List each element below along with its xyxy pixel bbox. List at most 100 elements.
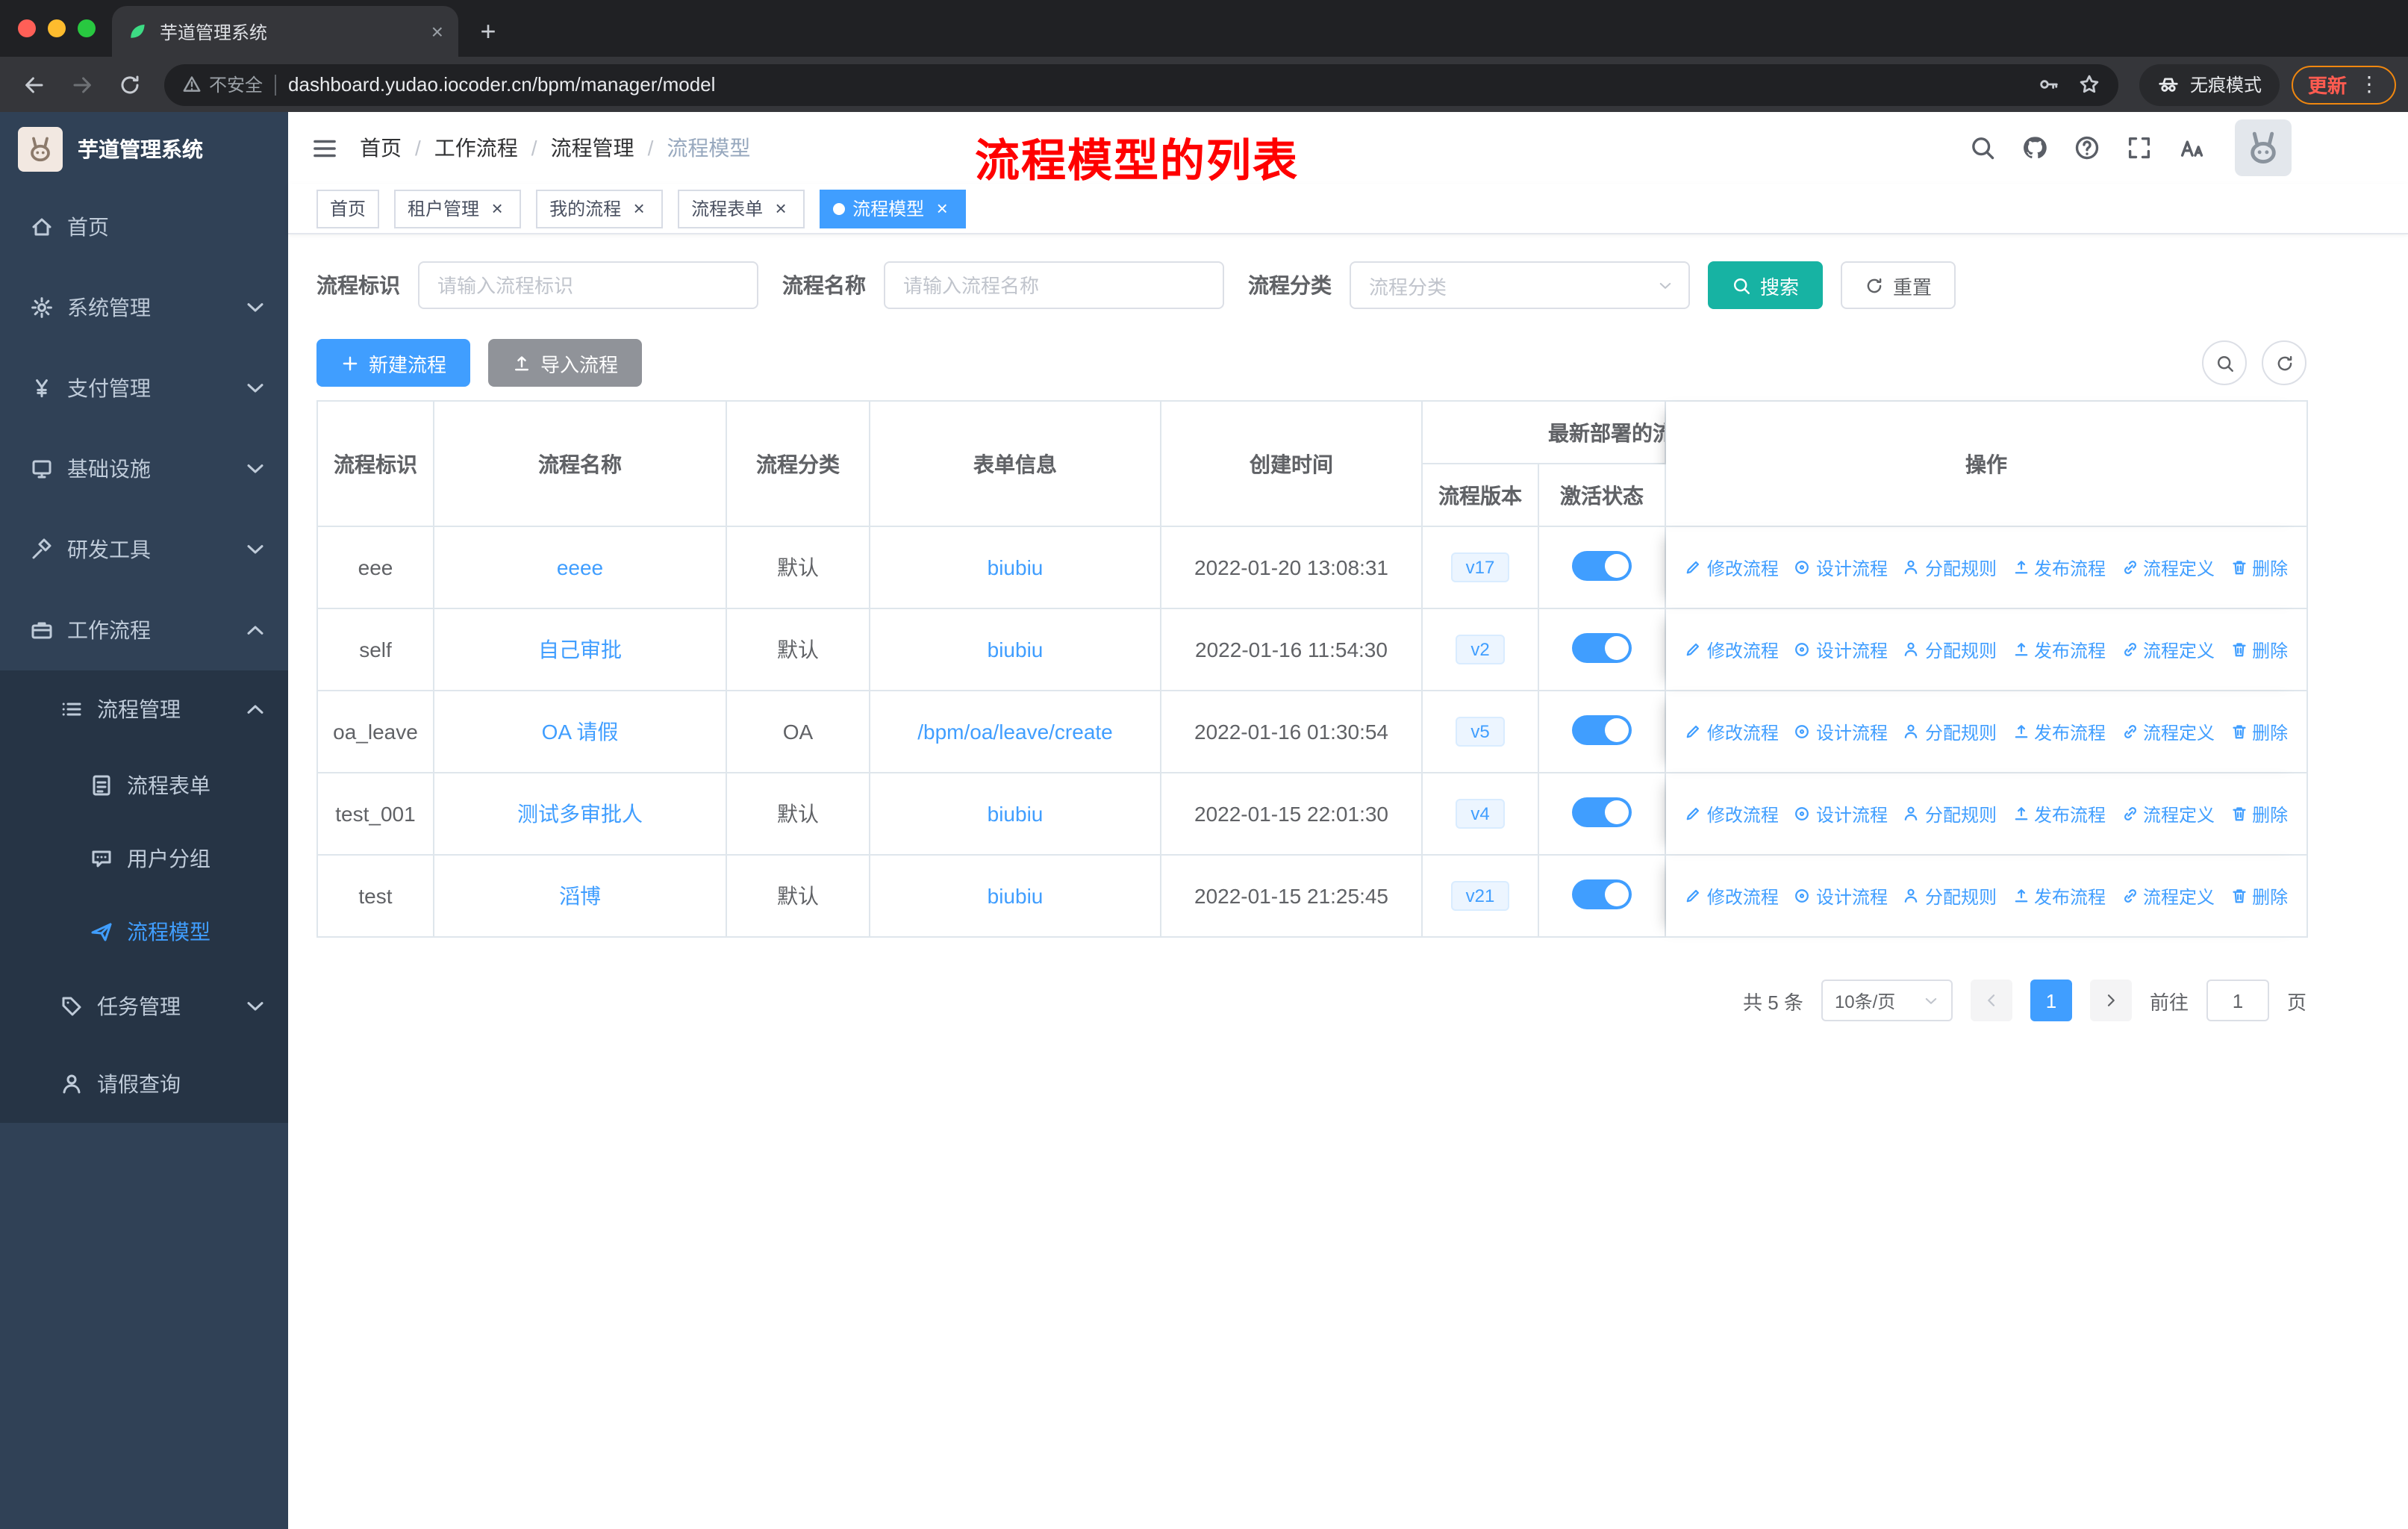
form-link[interactable]: biubiu <box>988 638 1044 661</box>
tag-2[interactable]: 我的流程 × <box>536 189 664 228</box>
action-assign-link[interactable]: 分配规则 <box>1903 801 1997 826</box>
action-design-link[interactable]: 设计流程 <box>1794 637 1888 662</box>
active-toggle[interactable] <box>1572 550 1632 580</box>
action-definition-link[interactable]: 流程定义 <box>2121 719 2215 744</box>
user-avatar[interactable] <box>2235 119 2292 176</box>
browser-update-button[interactable]: 更新 ⋮ <box>2291 65 2396 104</box>
sidebar-item-9[interactable]: 流程模型 <box>0 894 288 968</box>
action-edit-link[interactable]: 修改流程 <box>1685 883 1779 909</box>
action-assign-link[interactable]: 分配规则 <box>1903 637 1997 662</box>
search-icon[interactable] <box>1969 134 1996 161</box>
breadcrumb-item-1[interactable]: 工作流程 <box>434 133 518 163</box>
process-name-link[interactable]: 测试多审批人 <box>517 802 643 826</box>
current-page[interactable]: 1 <box>2030 980 2072 1021</box>
form-link[interactable]: biubiu <box>988 802 1044 826</box>
action-edit-link[interactable]: 修改流程 <box>1685 637 1779 662</box>
process-name-link[interactable]: OA 请假 <box>542 720 619 744</box>
action-assign-link[interactable]: 分配规则 <box>1903 555 1997 580</box>
hamburger-icon[interactable] <box>311 134 339 162</box>
tag-0[interactable]: 首页 <box>316 189 380 228</box>
security-status[interactable]: 不安全 <box>182 72 263 97</box>
action-delete-link[interactable]: 删除 <box>2230 637 2288 662</box>
tag-1[interactable]: 租户管理 × <box>394 189 522 228</box>
action-edit-link[interactable]: 修改流程 <box>1685 719 1779 744</box>
sidebar-item-6[interactable]: 流程管理 <box>0 670 288 748</box>
active-toggle[interactable] <box>1572 632 1632 662</box>
action-edit-link[interactable]: 修改流程 <box>1685 555 1779 580</box>
star-icon[interactable] <box>2078 73 2100 96</box>
create-process-button[interactable]: 新建流程 <box>316 339 471 387</box>
action-publish-link[interactable]: 发布流程 <box>2012 555 2106 580</box>
process-key-input[interactable] <box>418 261 758 309</box>
breadcrumb-item-2[interactable]: 流程管理 <box>551 133 634 163</box>
reset-button[interactable]: 重置 <box>1841 261 1956 309</box>
action-publish-link[interactable]: 发布流程 <box>2012 637 2106 662</box>
tag-close-icon[interactable]: × <box>628 198 649 219</box>
action-publish-link[interactable]: 发布流程 <box>2012 883 2106 909</box>
action-delete-link[interactable]: 删除 <box>2230 801 2288 826</box>
toggle-search-button[interactable] <box>2202 340 2247 385</box>
action-design-link[interactable]: 设计流程 <box>1794 719 1888 744</box>
form-link[interactable]: biubiu <box>988 884 1044 908</box>
app-logo[interactable]: 芋道管理系统 <box>0 112 288 187</box>
category-select[interactable]: 流程分类 <box>1350 261 1690 309</box>
import-process-button[interactable]: 导入流程 <box>488 339 643 387</box>
tag-close-icon[interactable]: × <box>932 198 952 219</box>
sidebar-item-2[interactable]: 支付管理 <box>0 348 288 429</box>
sidebar-item-11[interactable]: 请假查询 <box>0 1045 288 1123</box>
sidebar-item-3[interactable]: 基础设施 <box>0 429 288 509</box>
github-icon[interactable] <box>2021 134 2048 161</box>
tag-3[interactable]: 流程表单 × <box>678 189 805 228</box>
sidebar-item-10[interactable]: 任务管理 <box>0 968 288 1045</box>
sidebar-item-4[interactable]: 研发工具 <box>0 509 288 590</box>
active-toggle[interactable] <box>1572 797 1632 826</box>
prev-page-button[interactable] <box>1970 980 2012 1021</box>
active-toggle[interactable] <box>1572 879 1632 909</box>
tag-close-icon[interactable]: × <box>487 198 508 219</box>
action-delete-link[interactable]: 删除 <box>2230 555 2288 580</box>
process-name-link[interactable]: 自己审批 <box>538 638 622 661</box>
action-definition-link[interactable]: 流程定义 <box>2121 637 2215 662</box>
browser-tab[interactable]: 芋道管理系统 × <box>112 6 458 57</box>
sidebar-item-5[interactable]: 工作流程 <box>0 590 288 670</box>
breadcrumb-item-0[interactable]: 首页 <box>360 133 402 163</box>
back-button[interactable] <box>12 62 57 107</box>
action-definition-link[interactable]: 流程定义 <box>2121 555 2215 580</box>
action-design-link[interactable]: 设计流程 <box>1794 555 1888 580</box>
tag-close-icon[interactable]: × <box>770 198 791 219</box>
active-toggle[interactable] <box>1572 714 1632 744</box>
process-name-link[interactable]: 滔博 <box>559 884 601 908</box>
font-size-icon[interactable] <box>2178 134 2205 161</box>
form-link[interactable]: /bpm/oa/leave/create <box>917 720 1113 744</box>
action-publish-link[interactable]: 发布流程 <box>2012 801 2106 826</box>
key-icon[interactable] <box>2038 73 2060 96</box>
address-bar[interactable]: 不安全 dashboard.yudao.iocoder.cn/bpm/manag… <box>164 63 2118 105</box>
action-definition-link[interactable]: 流程定义 <box>2121 883 2215 909</box>
form-link[interactable]: biubiu <box>988 555 1044 579</box>
fullscreen-icon[interactable] <box>2126 134 2153 161</box>
refresh-table-button[interactable] <box>2262 340 2306 385</box>
new-tab-button[interactable]: + <box>467 10 509 52</box>
search-button[interactable]: 搜索 <box>1708 261 1824 309</box>
forward-button[interactable] <box>60 62 105 107</box>
action-assign-link[interactable]: 分配规则 <box>1903 883 1997 909</box>
close-window-button[interactable] <box>18 19 36 37</box>
action-assign-link[interactable]: 分配规则 <box>1903 719 1997 744</box>
reload-button[interactable] <box>107 62 152 107</box>
action-delete-link[interactable]: 删除 <box>2230 719 2288 744</box>
next-page-button[interactable] <box>2089 980 2132 1021</box>
action-publish-link[interactable]: 发布流程 <box>2012 719 2106 744</box>
sidebar-item-8[interactable]: 用户分组 <box>0 821 288 894</box>
action-design-link[interactable]: 设计流程 <box>1794 883 1888 909</box>
tab-close-icon[interactable]: × <box>431 19 443 43</box>
help-icon[interactable] <box>2074 134 2100 161</box>
minimize-window-button[interactable] <box>48 19 66 37</box>
maximize-window-button[interactable] <box>78 19 96 37</box>
sidebar-item-1[interactable]: 系统管理 <box>0 267 288 348</box>
page-size-select[interactable]: 10条/页 <box>1821 980 1953 1021</box>
sidebar-item-7[interactable]: 流程表单 <box>0 748 288 821</box>
sidebar-item-0[interactable]: 首页 <box>0 187 288 267</box>
action-edit-link[interactable]: 修改流程 <box>1685 801 1779 826</box>
process-name-input[interactable] <box>884 261 1224 309</box>
browser-menu-icon[interactable]: ⋮ <box>2359 72 2380 97</box>
